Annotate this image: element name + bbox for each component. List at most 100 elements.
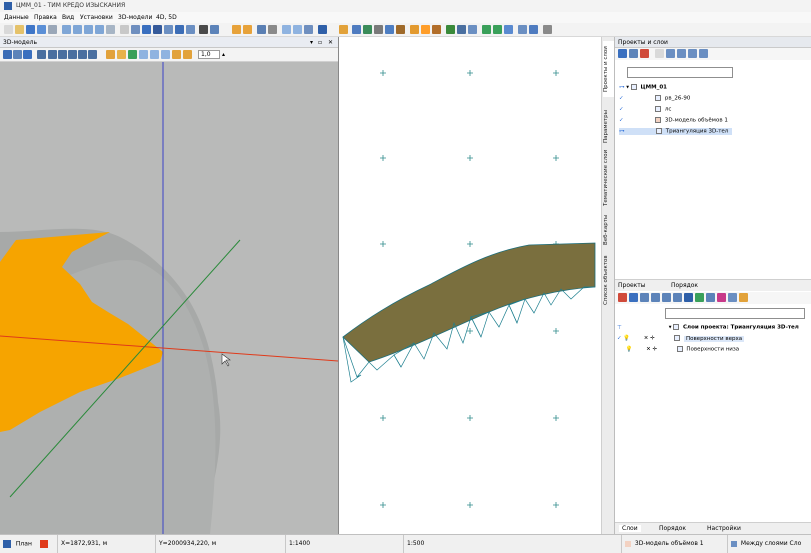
validate-icon[interactable] xyxy=(493,25,502,34)
tab-order-bottom[interactable]: Порядок xyxy=(659,525,686,532)
group-expand-icon[interactable]: ▾ xyxy=(669,325,672,331)
texture-icon[interactable] xyxy=(128,50,137,59)
axis-s-icon[interactable] xyxy=(88,50,97,59)
color-icon[interactable] xyxy=(183,50,192,59)
wrench-icon[interactable] xyxy=(268,25,277,34)
side-tab-thematic-layers[interactable]: Тематические слои xyxy=(603,147,614,209)
menu-data[interactable]: Данные xyxy=(4,14,29,21)
status-snap-mode[interactable]: Между слоями Сло xyxy=(728,535,811,553)
volume-icon[interactable] xyxy=(421,25,430,34)
visibility-toggle-icon[interactable]: ✓ xyxy=(617,336,622,342)
layer-copy-icon[interactable] xyxy=(677,49,686,58)
lock-x-icon[interactable]: ✕ xyxy=(644,336,649,342)
rotate-icon[interactable] xyxy=(210,25,219,34)
layers-search-input[interactable] xyxy=(665,308,805,319)
visibility-toggle-icon[interactable]: ✓ xyxy=(619,118,624,124)
merge-icon[interactable] xyxy=(706,293,715,302)
menu-settings[interactable]: Установки xyxy=(80,14,113,21)
light-icon[interactable] xyxy=(106,50,115,59)
view-3d-icon[interactable] xyxy=(3,50,12,59)
tree-layer-item[interactable]: ✓ 3D-модель объёмов 1 xyxy=(619,117,728,124)
fill-icon[interactable] xyxy=(172,50,181,59)
pointer-icon[interactable] xyxy=(282,25,291,34)
grid-icon[interactable] xyxy=(186,25,195,34)
section-icon[interactable] xyxy=(468,25,477,34)
cut-icon[interactable] xyxy=(120,25,129,34)
axis-y-icon[interactable] xyxy=(58,50,67,59)
info-icon[interactable] xyxy=(318,25,327,34)
visibility-toggle-icon[interactable]: ✓ xyxy=(619,107,624,113)
zoom-factor-input[interactable]: 1,0 xyxy=(198,50,220,59)
multi-select-icon[interactable] xyxy=(293,25,302,34)
side-tab-web-maps[interactable]: Веб-карты xyxy=(603,212,614,248)
bulb-icon[interactable]: 💡 xyxy=(626,347,633,353)
viewport-3d[interactable] xyxy=(0,62,339,535)
menu-edit[interactable]: Правка xyxy=(34,14,57,21)
calc-icon[interactable] xyxy=(518,25,527,34)
edit-node-icon[interactable] xyxy=(304,25,313,34)
add-layer-icon[interactable] xyxy=(629,293,638,302)
zoom-out-icon[interactable] xyxy=(73,25,82,34)
panel-3d-float-icon[interactable]: ▫ xyxy=(318,39,322,46)
menu-3d-models[interactable]: 3D-модели xyxy=(118,14,152,21)
side-tab-parameters[interactable]: Параметры xyxy=(603,107,614,147)
sublayer-item[interactable]: ✓ 💡 ✕ ✛ Поверхности верха xyxy=(617,335,745,342)
shade-icon[interactable] xyxy=(117,50,126,59)
open-folder-icon[interactable] xyxy=(15,25,24,34)
layer-group[interactable]: ⊤ ▾ Слои проекта: Триангуляция 3D-тел xyxy=(617,324,799,331)
table-view-icon[interactable] xyxy=(352,25,361,34)
brush-icon[interactable] xyxy=(684,293,693,302)
tools-icon[interactable] xyxy=(543,25,552,34)
visibility-toggle-icon[interactable]: ✓ xyxy=(619,96,624,102)
plan-view[interactable] xyxy=(338,37,614,534)
status-active-layer[interactable]: 3D-модель объёмов 1 xyxy=(622,535,728,553)
save-all-icon[interactable] xyxy=(37,25,46,34)
tree-layer-item[interactable]: ✓ лс xyxy=(619,106,671,113)
properties-icon[interactable] xyxy=(153,25,162,34)
tree-layer-item[interactable]: ✓ рв_26-90 xyxy=(619,95,690,102)
new-file-icon[interactable] xyxy=(4,25,13,34)
view-front-icon[interactable] xyxy=(23,50,32,59)
zoom-window-icon[interactable] xyxy=(95,25,104,34)
save-icon[interactable] xyxy=(26,25,35,34)
remove-layer-icon[interactable] xyxy=(618,293,627,302)
link-icon[interactable] xyxy=(640,293,649,302)
bulb-icon[interactable]: 💡 xyxy=(623,336,630,342)
wire-icon[interactable] xyxy=(139,50,148,59)
add-project-icon[interactable] xyxy=(618,49,627,58)
tree-layer-item-selected[interactable]: ⊶ Триангуляция 3D-тел xyxy=(619,128,733,135)
copy-icon[interactable] xyxy=(131,25,140,34)
zoom-in-icon[interactable] xyxy=(62,25,71,34)
tab-projects[interactable]: Проекты xyxy=(618,282,646,289)
surface-icon[interactable] xyxy=(410,25,419,34)
move-down-icon[interactable] xyxy=(673,293,682,302)
tab-order[interactable]: Порядок xyxy=(671,282,698,289)
new-layer-icon[interactable] xyxy=(655,49,664,58)
axis-z-icon[interactable] xyxy=(68,50,77,59)
panel-3d-close-icon[interactable]: ✕ xyxy=(328,39,333,46)
sort-icon[interactable] xyxy=(629,49,638,58)
side-tab-object-list[interactable]: Список объектов xyxy=(603,252,614,308)
filter-icon[interactable] xyxy=(651,293,660,302)
document-icon[interactable] xyxy=(374,25,383,34)
layer-move-icon[interactable] xyxy=(688,49,697,58)
style-icon[interactable] xyxy=(717,293,726,302)
projects-search-input[interactable] xyxy=(627,67,733,78)
tree-icon[interactable] xyxy=(446,25,455,34)
layer-props-icon[interactable] xyxy=(666,49,675,58)
layer-merge-icon[interactable] xyxy=(699,49,708,58)
export-icon[interactable] xyxy=(396,25,405,34)
sublayer-item[interactable]: 💡 ✕ ✛ Поверхности низа xyxy=(617,346,739,353)
snap-icon[interactable] xyxy=(257,25,266,34)
measure-icon[interactable] xyxy=(339,25,348,34)
menu-view[interactable]: Вид xyxy=(62,14,74,21)
folder-icon[interactable] xyxy=(739,293,748,302)
check-icon[interactable] xyxy=(482,25,491,34)
tab-layers[interactable]: Слои xyxy=(619,525,641,532)
tree-root[interactable]: ⊶ ▾ ЦММ_01 xyxy=(619,84,667,91)
select-icon[interactable] xyxy=(199,25,208,34)
move-up-icon[interactable] xyxy=(662,293,671,302)
import-icon[interactable] xyxy=(385,25,394,34)
axis-v-icon[interactable] xyxy=(78,50,87,59)
object-icon[interactable] xyxy=(432,25,441,34)
